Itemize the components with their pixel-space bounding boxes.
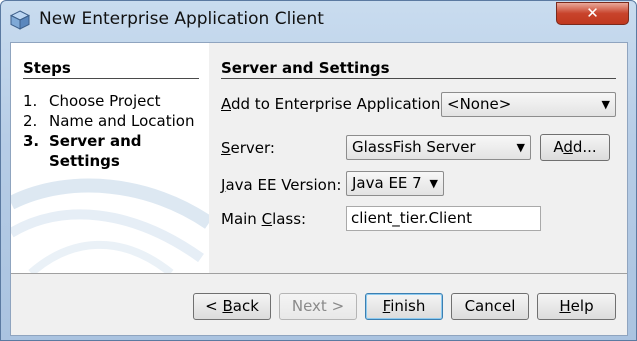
javaee-version-value: Java EE 7 xyxy=(352,174,422,192)
server-select[interactable]: GlassFish Server ▼ xyxy=(346,135,531,160)
cancel-button[interactable]: Cancel xyxy=(451,293,529,320)
step-item-current: 3. Server and Settings xyxy=(23,131,194,171)
help-button[interactable]: Help xyxy=(537,293,616,320)
step-label-line2: Settings xyxy=(49,152,120,170)
back-button[interactable]: < Back xyxy=(193,293,271,320)
steps-pane: Steps 1. Choose Project 2. Name and Loca… xyxy=(11,43,209,273)
step-item: 2. Name and Location xyxy=(23,111,194,131)
cube-icon xyxy=(9,10,31,30)
dropdown-arrow-icon: ▼ xyxy=(516,141,525,154)
step-number: 2. xyxy=(23,112,38,130)
javaee-version-label: Java EE Version: xyxy=(221,176,342,194)
step-label: Server and Settings xyxy=(49,131,141,171)
dialog-body: Steps 1. Choose Project 2. Name and Loca… xyxy=(10,42,628,336)
window-title: New Enterprise Application Client xyxy=(39,9,324,29)
finish-button[interactable]: Finish xyxy=(365,293,443,320)
step-label: Choose Project xyxy=(49,92,161,110)
dropdown-arrow-icon: ▼ xyxy=(601,98,610,111)
add-server-button[interactable]: Add... xyxy=(540,134,610,161)
decorative-swirl-graphic xyxy=(11,178,209,273)
step-number: 3. xyxy=(23,132,40,150)
main-class-label: Main Class: xyxy=(221,210,307,228)
main-class-value: client_tier.Client xyxy=(351,209,472,227)
panel-title: Server and Settings xyxy=(221,59,390,77)
dialog-window: New Enterprise Application Client ✕ Step… xyxy=(0,0,637,341)
dropdown-arrow-icon: ▼ xyxy=(429,177,438,190)
step-label-line1: Server and xyxy=(49,132,142,150)
title-bar[interactable]: New Enterprise Application Client ✕ xyxy=(1,1,636,39)
step-item: 1. Choose Project xyxy=(23,91,194,111)
server-value: GlassFish Server xyxy=(352,138,476,156)
enterprise-app-select[interactable]: <None> ▼ xyxy=(441,92,616,117)
next-button[interactable]: Next > xyxy=(279,293,357,320)
steps-heading: Steps xyxy=(23,59,71,77)
enterprise-app-value: <None> xyxy=(447,95,512,113)
steps-divider xyxy=(23,78,199,79)
main-class-field[interactable]: client_tier.Client xyxy=(346,206,541,231)
javaee-version-select[interactable]: Java EE 7 ▼ xyxy=(346,171,444,196)
step-label: Name and Location xyxy=(49,112,195,130)
enterprise-app-label: Add to Enterprise Application: xyxy=(221,95,446,113)
server-label: Server: xyxy=(221,139,275,157)
panel-divider xyxy=(221,78,616,79)
settings-panel: Server and Settings Add to Enterprise Ap… xyxy=(209,43,627,273)
button-bar-separator xyxy=(11,273,627,274)
step-number: 1. xyxy=(23,92,38,110)
close-icon: ✕ xyxy=(586,4,599,22)
close-button[interactable]: ✕ xyxy=(556,2,629,25)
steps-list: 1. Choose Project 2. Name and Location 3… xyxy=(23,91,194,171)
